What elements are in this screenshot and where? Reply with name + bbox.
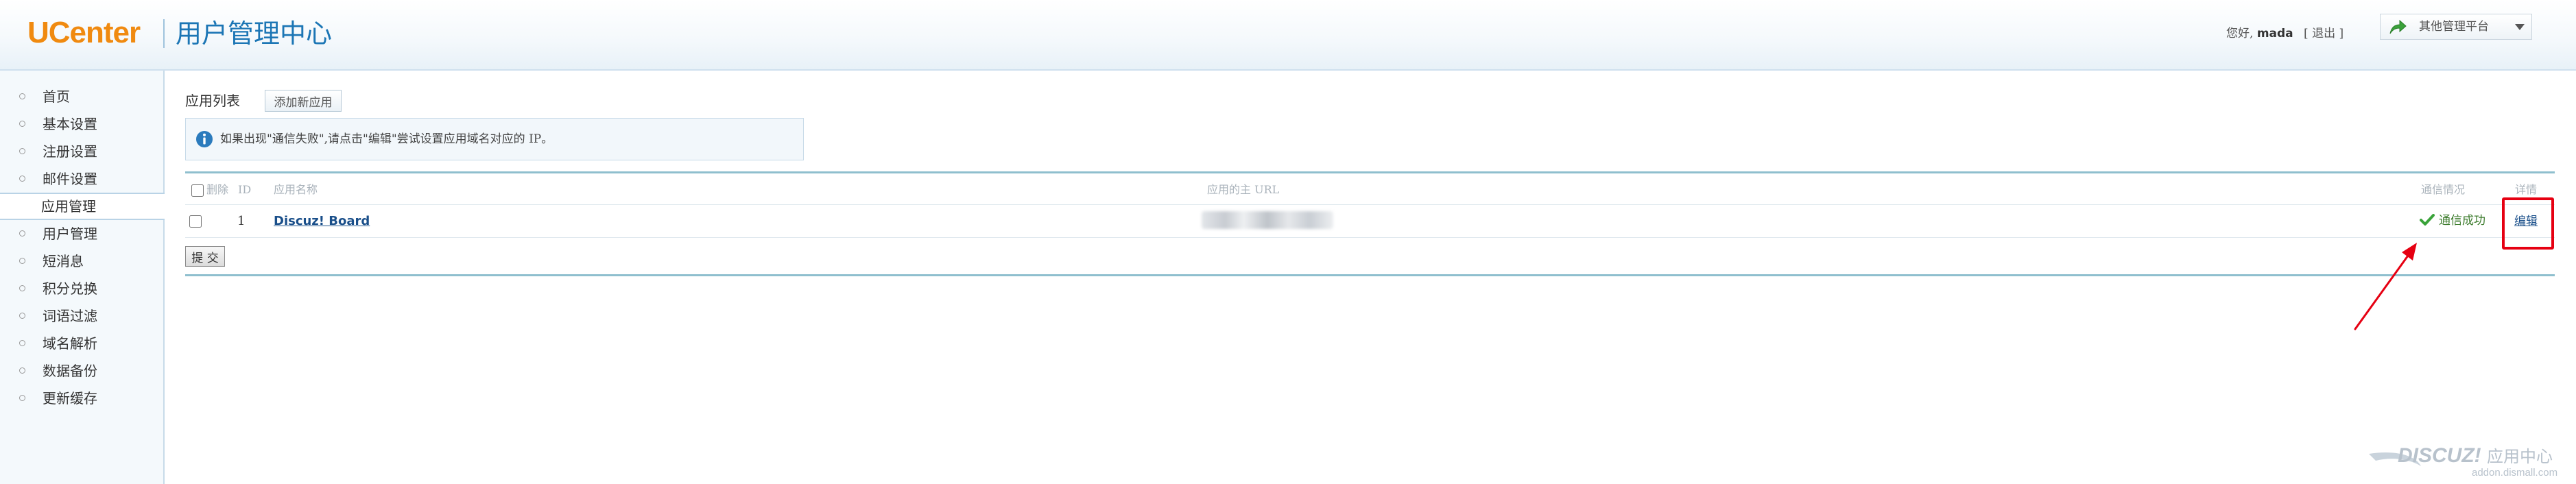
watermark-brand: DISCUZ! [2398,444,2481,467]
logout-link[interactable]: [ 退出 ] [2304,27,2344,40]
sidebar-item-label: 积分兑换 [43,280,97,297]
sidebar-item-data-backup[interactable]: 数据备份 [0,357,163,385]
user-bar: 您好, mada [ 退出 ] [2226,25,2344,43]
notice-box: 如果出现"通信失败",请点击"编辑"尝试设置应用域名对应的 IP。 [185,118,804,160]
sidebar-item-label: 词语过滤 [43,308,97,324]
notice-text: 如果出现"通信失败",请点击"编辑"尝试设置应用域名对应的 IP。 [220,132,553,146]
header-delete: 删除 [206,183,229,196]
bullet-icon [19,121,25,127]
platform-select-label: 其他管理平台 [2419,20,2489,34]
sidebar-item-label: 短消息 [43,253,84,269]
sidebar-item-label: 域名解析 [43,335,97,352]
bullet-icon [19,148,25,154]
header-app-name: 应用名称 [274,183,318,196]
bullet-icon [19,93,25,99]
add-app-button[interactable]: 添加新应用 [265,90,342,112]
annotation-highlight-box [2502,197,2554,250]
sidebar-item-label: 应用管理 [41,198,96,215]
sidebar-item-mail-settings[interactable]: 邮件设置 [0,165,163,193]
app-root: UCenter 用户管理中心 您好, mada [ 退出 ] 其他管理平台 首页… [0,0,2576,484]
header-main-url: 应用的主 URL [1207,183,1280,196]
sidebar-item-basic-settings[interactable]: 基本设置 [0,110,163,138]
sidebar-item-label: 数据备份 [43,363,97,379]
ucenter-logo[interactable]: UCenter [27,14,141,52]
page-title: 应用列表 [185,93,240,109]
bullet-icon [19,258,25,264]
sidebar-item-label: 注册设置 [43,143,97,160]
table-bottom-border [185,274,2555,276]
watermark-suffix: 应用中心 [2487,447,2553,466]
platform-select[interactable]: 其他管理平台 [2380,14,2532,40]
table-top-border [185,171,2555,173]
status-text: 通信成功 [2439,214,2485,228]
sidebar-item-label: 基本设置 [43,116,97,132]
row-id: 1 [237,214,246,228]
app-url-blurred [1202,211,1333,229]
bullet-icon [19,285,25,291]
header-detail: 详情 [2515,183,2538,196]
greeting-text: 您好, [2226,27,2254,40]
submit-button[interactable]: 提 交 [185,246,225,267]
bullet-icon [19,395,25,401]
sidebar-item-update-cache[interactable]: 更新缓存 [0,385,163,412]
sidebar-item-word-filter[interactable]: 词语过滤 [0,302,163,330]
status-badge: 通信成功 [2420,213,2485,229]
row-divider [185,237,2555,238]
sidebar-item-user-management[interactable]: 用户管理 [0,220,163,247]
sidebar-item-label: 邮件设置 [43,171,97,187]
username: mada [2256,27,2293,40]
share-arrow-icon [2389,19,2407,34]
header-id: ID [238,183,252,196]
app-name-link[interactable]: Discuz! Board [274,213,370,230]
check-icon [2420,214,2435,226]
discuz-watermark-logo: DISCUZ! 应用中心 addon.dismall.com [2369,444,2557,479]
sidebar-item-credit-exchange[interactable]: 积分兑换 [0,275,163,302]
sidebar-item-label: 首页 [43,88,70,105]
header: UCenter 用户管理中心 您好, mada [ 退出 ] 其他管理平台 [0,0,2576,71]
info-icon [196,131,213,147]
annotation-arrow-icon [2354,243,2417,330]
sidebar-item-label: 更新缓存 [43,390,97,407]
site-title: 用户管理中心 [176,19,333,49]
bullet-icon [19,176,25,182]
bullet-icon [19,340,25,346]
sidebar-item-domain-resolve[interactable]: 域名解析 [0,330,163,357]
chevron-down-icon [2515,24,2525,30]
select-all-checkbox[interactable] [191,184,204,197]
sidebar-item-home[interactable]: 首页 [0,83,163,110]
row-divider [185,204,2555,205]
sidebar-item-app-management[interactable]: 应用管理 [0,193,165,220]
sidebar-item-messages[interactable]: 短消息 [0,247,163,275]
sidebar: 首页 基本设置 注册设置 邮件设置 应用管理 用户管理 短消息 积分兑换 词语过… [0,71,165,484]
watermark-domain: addon.dismall.com [2472,467,2557,479]
bullet-icon [19,313,25,319]
bullet-icon [19,230,25,237]
sidebar-item-label: 用户管理 [43,226,97,242]
sidebar-item-register-settings[interactable]: 注册设置 [0,138,163,165]
header-status: 通信情况 [2421,183,2466,196]
logo-divider [163,19,165,48]
row-delete-checkbox[interactable] [189,215,202,228]
bullet-icon [19,367,25,374]
